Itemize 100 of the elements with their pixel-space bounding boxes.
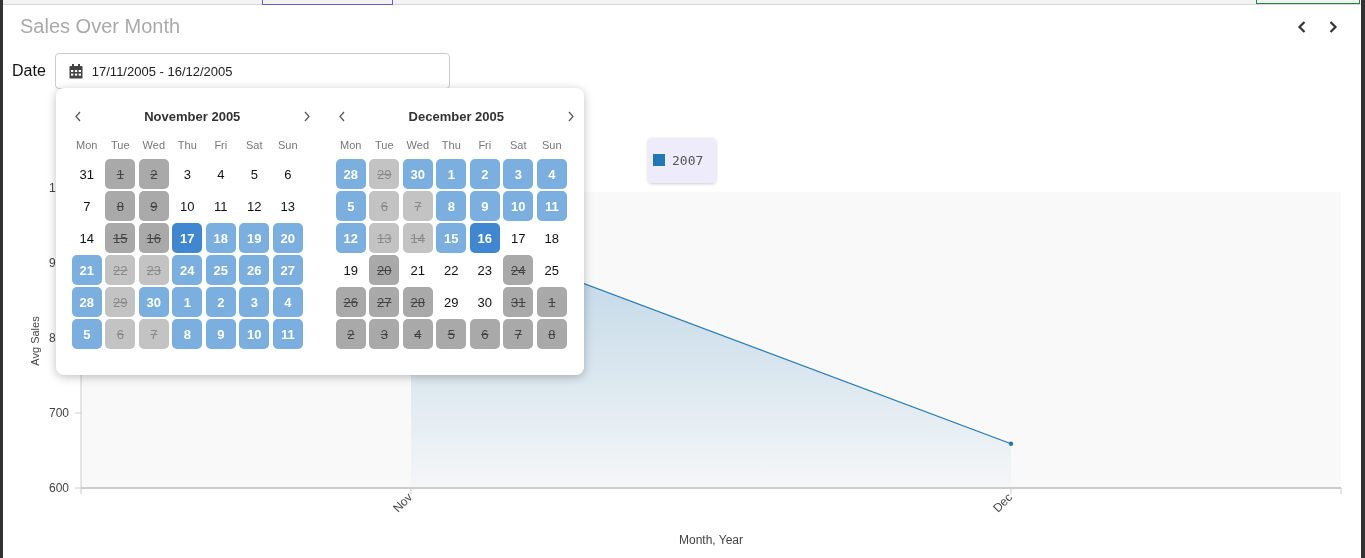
calendar-day[interactable]: 7 — [71, 191, 102, 221]
calendar-day[interactable]: 17 — [503, 223, 534, 253]
calendar-day[interactable]: 13 — [272, 191, 303, 221]
chevron-right-icon[interactable] — [1327, 20, 1339, 34]
calendar-day[interactable]: 2 — [469, 159, 500, 189]
calendar-day[interactable]: 4 — [205, 159, 236, 189]
calendar-day[interactable]: 19 — [239, 223, 270, 253]
calendar-day[interactable]: 25 — [205, 255, 236, 285]
calendar-day[interactable]: 10 — [503, 191, 534, 221]
calendar-day[interactable]: 28 — [71, 287, 102, 317]
calendar-day[interactable]: 28 — [402, 287, 433, 317]
calendar-day[interactable]: 6 — [469, 319, 500, 349]
calendar-day[interactable]: 9 — [469, 191, 500, 221]
calendar-day[interactable]: 24 — [503, 255, 534, 285]
calendar-day[interactable]: 20 — [272, 223, 303, 253]
calendar-day[interactable]: 1 — [172, 287, 203, 317]
chevron-left-icon[interactable] — [1296, 20, 1308, 34]
page-title: Sales Over Month — [20, 14, 182, 38]
calendar-day[interactable]: 6 — [105, 319, 136, 349]
calendar-day[interactable]: 20 — [369, 255, 400, 285]
calendar-day[interactable]: 16 — [469, 223, 500, 253]
calendar-day[interactable]: 29 — [436, 287, 467, 317]
calendar-day[interactable]: 31 — [71, 159, 102, 189]
calendar-day[interactable]: 4 — [402, 319, 433, 349]
calendar-day[interactable]: 23 — [138, 255, 169, 285]
calendar-day[interactable]: 7 — [503, 319, 534, 349]
weekday-label: Tue — [374, 138, 395, 153]
calendar-day[interactable]: 17 — [172, 223, 203, 253]
calendar-day[interactable]: 21 — [71, 255, 102, 285]
calendar-day[interactable]: 8 — [436, 191, 467, 221]
calendar-day[interactable]: 10 — [172, 191, 203, 221]
calendar-day[interactable]: 18 — [205, 223, 236, 253]
calendar-day[interactable]: 15 — [105, 223, 136, 253]
y-tick-label: 700 — [49, 406, 70, 420]
calendar-day[interactable]: 5 — [239, 159, 270, 189]
calendar-day[interactable]: 22 — [436, 255, 467, 285]
calendar-day[interactable]: 9 — [205, 319, 236, 349]
calendar-day[interactable]: 7 — [138, 319, 169, 349]
calendar-day[interactable]: 16 — [138, 223, 169, 253]
calendar-day[interactable]: 31 — [503, 287, 534, 317]
calendar-day[interactable]: 4 — [536, 159, 567, 189]
calendar-day[interactable]: 12 — [335, 223, 366, 253]
calendar-day[interactable]: 19 — [335, 255, 366, 285]
calendar-day[interactable]: 11 — [536, 191, 567, 221]
calendar-day[interactable]: 5 — [71, 319, 102, 349]
calendar-day[interactable]: 1 — [436, 159, 467, 189]
calendar-day[interactable]: 30 — [138, 287, 169, 317]
calendar-day[interactable]: 2 — [335, 319, 366, 349]
calendar-day[interactable]: 29 — [105, 287, 136, 317]
weekday-label: Mon — [339, 138, 363, 153]
calendar-day[interactable]: 8 — [536, 319, 567, 349]
calendar-day[interactable]: 9 — [138, 191, 169, 221]
calendar-day[interactable]: 5 — [436, 319, 467, 349]
calendar-day[interactable]: 30 — [469, 287, 500, 317]
x-tick-label: Dec — [990, 490, 1016, 516]
next-month-icon[interactable] — [302, 110, 311, 122]
calendar-day[interactable]: 23 — [469, 255, 500, 285]
calendar-day[interactable]: 11 — [205, 191, 236, 221]
calendar-day[interactable]: 1 — [105, 159, 136, 189]
calendar-day[interactable]: 21 — [402, 255, 433, 285]
calendar-day[interactable]: 6 — [369, 191, 400, 221]
calendar-day[interactable]: 8 — [105, 191, 136, 221]
calendar-day[interactable]: 12 — [239, 191, 270, 221]
calendar-day[interactable]: 25 — [536, 255, 567, 285]
calendar-day[interactable]: 1 — [536, 287, 567, 317]
calendar-day[interactable]: 15 — [436, 223, 467, 253]
calendar-day[interactable]: 18 — [536, 223, 567, 253]
calendar-day[interactable]: 3 — [172, 159, 203, 189]
calendar-day[interactable]: 4 — [272, 287, 303, 317]
calendar-icon — [68, 63, 83, 79]
calendar-day[interactable]: 3 — [503, 159, 534, 189]
calendar-day[interactable]: 28 — [335, 159, 366, 189]
month-title: November 2005 — [144, 108, 241, 124]
previous-month-icon[interactable] — [337, 110, 346, 122]
calendar-day[interactable]: 29 — [369, 159, 400, 189]
calendar-day[interactable]: 26 — [239, 255, 270, 285]
next-month-icon[interactable] — [566, 110, 575, 122]
calendar-day[interactable]: 22 — [105, 255, 136, 285]
calendar-day[interactable]: 2 — [138, 159, 169, 189]
calendar-day[interactable]: 13 — [369, 223, 400, 253]
calendar-day[interactable]: 7 — [402, 191, 433, 221]
calendar-day[interactable]: 6 — [272, 159, 303, 189]
calendar-day[interactable]: 3 — [239, 287, 270, 317]
calendar-day[interactable]: 11 — [272, 319, 303, 349]
calendar-day[interactable]: 14 — [71, 223, 102, 253]
calendar-day[interactable]: 14 — [402, 223, 433, 253]
calendar-day[interactable]: 8 — [172, 319, 203, 349]
calendar-day[interactable]: 30 — [402, 159, 433, 189]
date-label: Date — [12, 62, 46, 80]
calendar-day[interactable]: 24 — [172, 255, 203, 285]
weekday-label: Thu — [440, 138, 462, 153]
calendar-day[interactable]: 10 — [239, 319, 270, 349]
calendar-day[interactable]: 27 — [272, 255, 303, 285]
date-range-field[interactable]: 17/11/2005 - 16/12/2005 — [54, 53, 450, 89]
calendar-day[interactable]: 5 — [335, 191, 366, 221]
previous-month-icon[interactable] — [73, 110, 82, 122]
calendar-day[interactable]: 26 — [335, 287, 366, 317]
calendar-day[interactable]: 27 — [369, 287, 400, 317]
calendar-day[interactable]: 2 — [205, 287, 236, 317]
calendar-day[interactable]: 3 — [369, 319, 400, 349]
